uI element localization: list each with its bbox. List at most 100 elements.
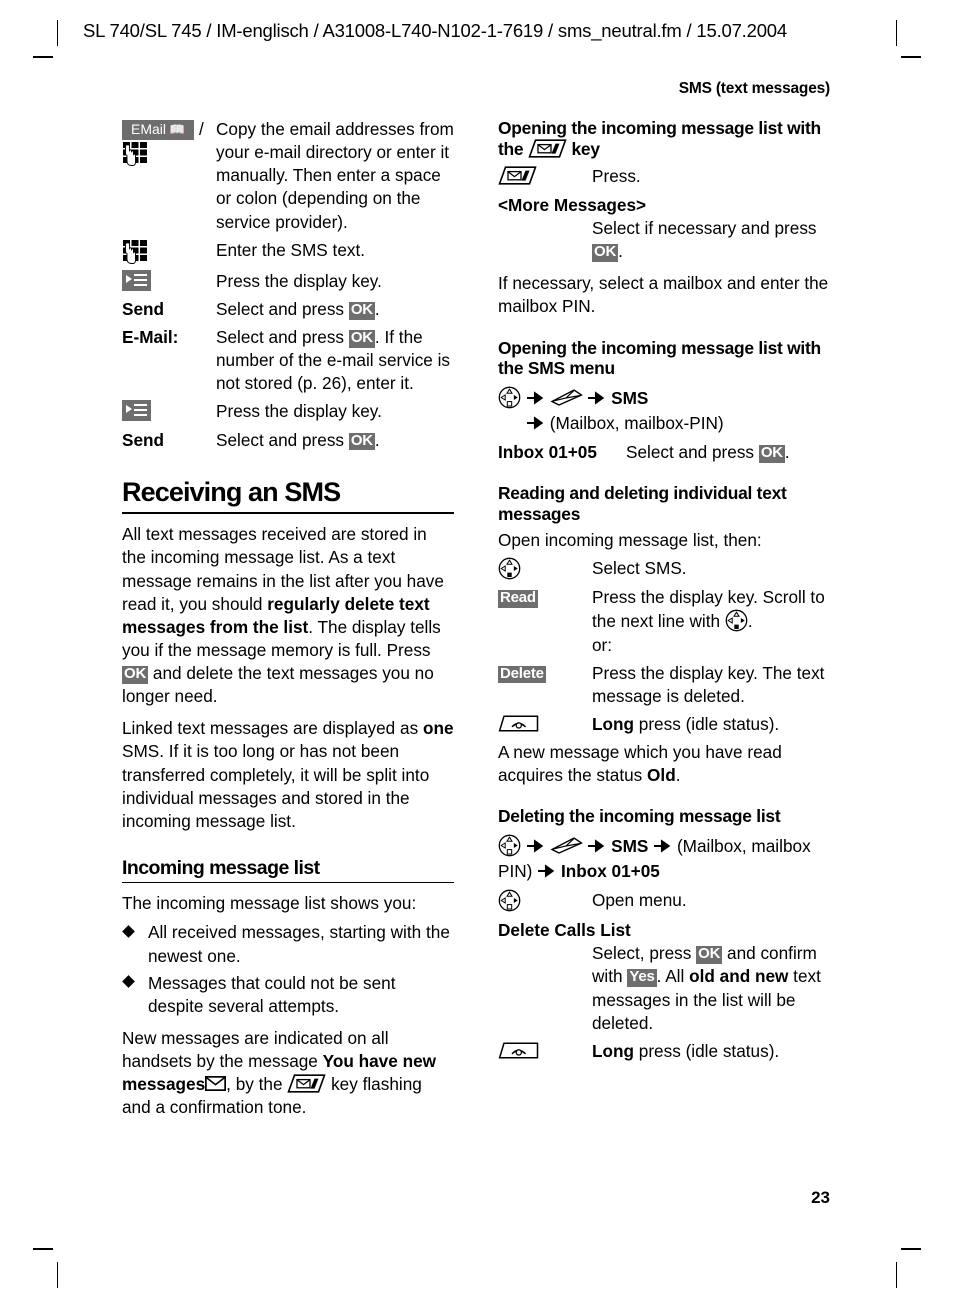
- running-header: SL 740/SL 745 / IM-englisch / A31008-L74…: [83, 20, 787, 41]
- menu-path-delete-inbox: SMS (Mailbox, mailbox PIN) Inbox 01+05: [498, 834, 830, 884]
- email-step-row: EMail 📖 / Copy the email addresses from y…: [122, 118, 454, 234]
- step-description: Press the display key.: [216, 270, 382, 291]
- step-description: Press.: [592, 165, 641, 186]
- delete-calls-list-description: Select, press OK and confirm with Yes. A…: [592, 943, 821, 1033]
- step-description: Select and press OK. If the number of th…: [216, 327, 451, 394]
- navigation-key-icon: [725, 609, 748, 632]
- paragraph-mailbox-pin: If necessary, select a mailbox and enter…: [498, 273, 829, 317]
- email-step-icons: EMail 📖 /: [122, 118, 216, 167]
- email-badge: EMail 📖: [122, 120, 195, 140]
- end-key-icon: [498, 1041, 539, 1060]
- display-key-icon: [122, 269, 151, 291]
- paragraph-old-status: A new message which you have read acquir…: [498, 742, 782, 786]
- ok-badge: OK: [696, 945, 723, 965]
- crop-mark-bottom-right-horizontal: [901, 1248, 921, 1250]
- ok-badge: OK: [592, 243, 619, 262]
- step-press-display-key-2: Press the display key.: [122, 400, 454, 423]
- step-icon-cell: [498, 1040, 592, 1063]
- paragraph-incoming-intro: The incoming message list shows you:: [122, 893, 417, 914]
- more-messages-description: Select if necessary and press OK.: [592, 218, 817, 262]
- paragraph-receiving-1: All text messages received are stored in…: [122, 524, 444, 707]
- step-icon-cell: [498, 165, 592, 188]
- arrow-right-icon: [587, 835, 606, 853]
- heading-deleting-list: Deleting the incoming message list: [498, 806, 781, 827]
- step-icon-cell: Delete: [498, 662, 592, 685]
- step-email: E-Mail: Select and press OK. If the numb…: [122, 326, 454, 395]
- end-key-icon: [498, 714, 539, 733]
- step-icon-cell: [122, 269, 216, 293]
- envelope-menu-icon: [550, 836, 583, 855]
- step-press-display-key-1: Press the display key.: [122, 269, 454, 293]
- step-term: Send: [122, 429, 165, 450]
- ok-badge: OK: [122, 665, 149, 684]
- step-description: Long press (idle status).: [592, 1040, 780, 1061]
- incoming-list-bullets: All received messages, starting with the…: [122, 921, 454, 1018]
- arrow-right-icon: [653, 835, 672, 853]
- menu-mailbox-hint: (Mailbox, mailbox-PIN): [549, 413, 724, 434]
- left-column: EMail 📖 / Copy the email addresses from y…: [122, 118, 454, 1119]
- arrow-right-icon: [526, 387, 545, 405]
- step-open-menu: Open menu.: [498, 889, 830, 913]
- step-description: Select and press OK.: [216, 298, 380, 320]
- step-icon-cell: [122, 400, 216, 423]
- list-item: All received messages, starting with the…: [122, 921, 454, 967]
- arrow-right-icon: [537, 860, 556, 878]
- heading-incoming-message-list: Incoming message list: [122, 857, 454, 884]
- display-key-icon: [122, 400, 151, 422]
- menu-item-sms: SMS: [611, 388, 649, 409]
- step-term: E-Mail:: [122, 327, 179, 347]
- step-description: Long press (idle status).: [592, 713, 780, 734]
- step-icon-cell: [498, 557, 592, 581]
- step-send-2: Send Select and press OK.: [122, 429, 454, 452]
- email-step-description: Copy the email addresses from your e-mai…: [216, 119, 454, 232]
- ok-badge: OK: [758, 444, 785, 463]
- menu-item-sms: SMS: [611, 836, 649, 857]
- step-description: Press the display key. Scroll to the nex…: [592, 586, 830, 656]
- envelope-icon: [205, 1074, 227, 1092]
- keypad-hand-icon: [122, 141, 149, 167]
- step-enter-text: Enter the SMS text.: [122, 239, 454, 265]
- step-press-message-key: Press.: [498, 165, 830, 188]
- message-key-icon: [528, 139, 567, 158]
- navigation-key-icon: [498, 834, 521, 857]
- paragraph-open-list-then: Open incoming message list, then:: [498, 530, 762, 550]
- step-select-sms: Select SMS.: [498, 557, 830, 581]
- step-icon-cell: Read: [498, 586, 592, 609]
- heading-open-list-with-key: Opening the incoming message list with t…: [498, 118, 821, 159]
- step-description: Open menu.: [592, 890, 687, 910]
- menu-path-open-inbox: SMS (Mailbox, mailbox-PIN): [498, 386, 830, 436]
- separator-slash: /: [198, 119, 204, 139]
- step-description: Select and press OK.: [216, 429, 380, 451]
- step-send-1: Send Select and press OK.: [122, 298, 454, 321]
- arrow-right-icon: [526, 835, 545, 853]
- crop-mark-top-left-vertical: [57, 20, 58, 46]
- menu-item-inbox: Inbox 01+05: [560, 861, 660, 882]
- step-long-press-2: Long press (idle status).: [498, 1040, 830, 1063]
- paragraph-new-messages: New messages are indicated on all handse…: [122, 1027, 436, 1118]
- navigation-key-icon: [498, 386, 521, 409]
- step-long-press-1: Long press (idle status).: [498, 713, 830, 736]
- book-icon: 📖: [169, 122, 186, 137]
- step-description: Select SMS.: [592, 558, 687, 579]
- arrow-right-icon: [526, 412, 545, 430]
- more-messages-term: <More Messages>: [498, 194, 647, 215]
- step-delete: Delete Press the display key. The text m…: [498, 662, 830, 708]
- heading-receiving-an-sms: Receiving an SMS: [122, 477, 454, 515]
- message-key-icon: [287, 1074, 326, 1093]
- delete-calls-list-term: Delete Calls List: [498, 920, 631, 941]
- crop-mark-bottom-left-vertical: [57, 1262, 58, 1288]
- navigation-key-icon: [498, 889, 521, 912]
- envelope-menu-icon: [550, 388, 583, 407]
- diamond-bullet-icon: [122, 924, 135, 938]
- list-item: Messages that could not be sent despite …: [122, 972, 454, 1018]
- step-icon-cell: [498, 889, 592, 913]
- crop-mark-top-left-horizontal: [33, 56, 53, 58]
- crop-mark-bottom-right-vertical: [896, 1262, 897, 1288]
- ok-badge: OK: [348, 431, 375, 451]
- delete-badge: Delete: [498, 664, 546, 684]
- ok-badge: OK: [348, 329, 375, 348]
- paragraph-receiving-2: Linked text messages are displayed as on…: [122, 718, 454, 831]
- step-alternative-label: or:: [592, 634, 613, 655]
- step-icon-cell: [498, 713, 592, 736]
- step-description: Enter the SMS text.: [216, 239, 366, 260]
